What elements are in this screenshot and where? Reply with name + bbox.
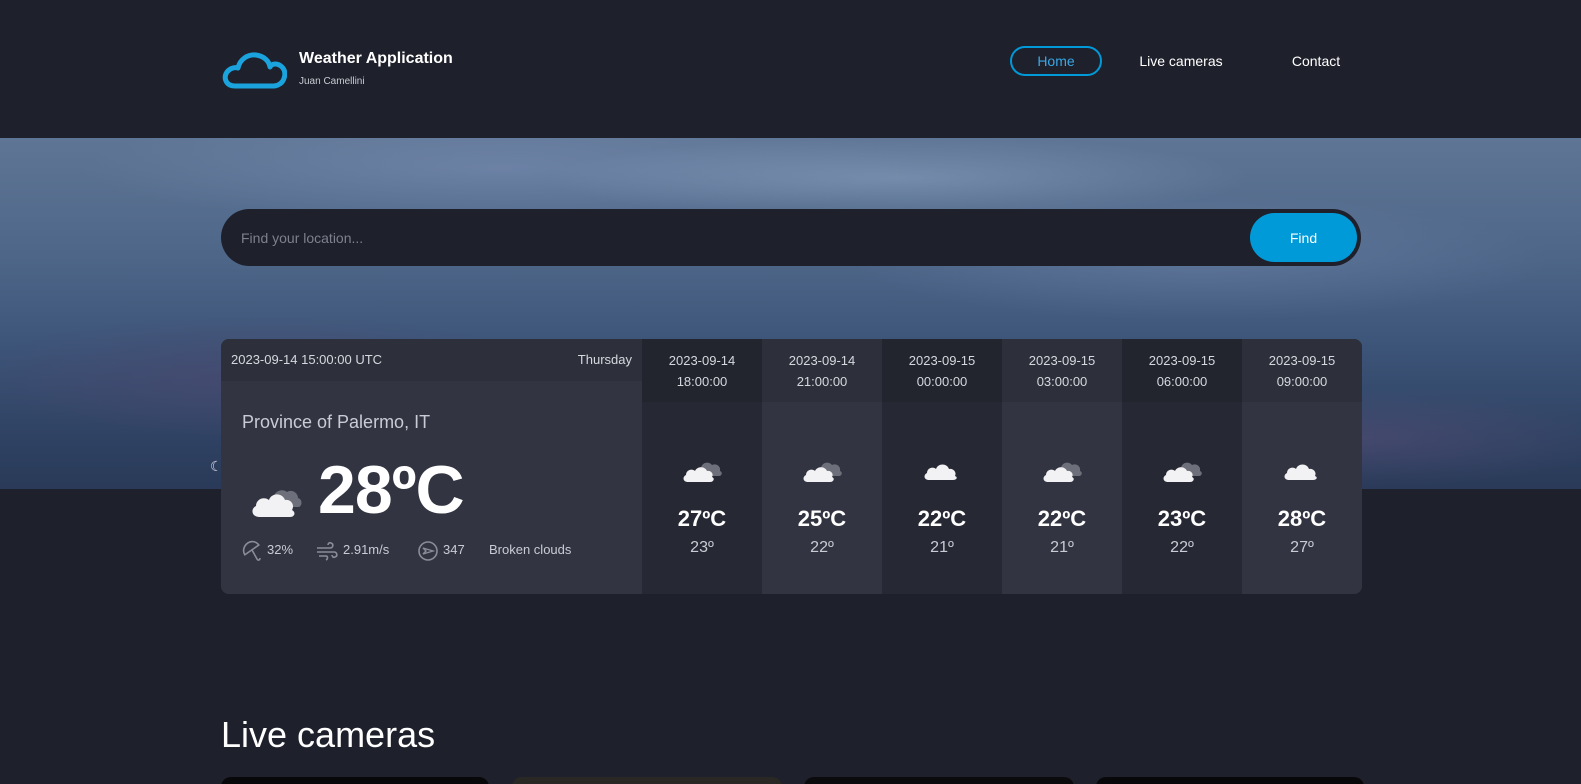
hourly-temperature: 22ºC: [917, 506, 967, 531]
forecast-panel: 2023-09-14 15:00:00 UTC Thursday Provinc…: [221, 339, 1362, 594]
hourly-date: 2023-09-15: [908, 353, 976, 368]
hourly-temperature: 27ºC: [677, 506, 727, 531]
hourly-temperature: 23ºC: [1157, 506, 1207, 531]
current-weather-card: 2023-09-14 15:00:00 UTC Thursday Provinc…: [221, 339, 642, 594]
location-search-input[interactable]: [241, 209, 1221, 266]
cloud-icon[interactable]: [221, 48, 287, 90]
hourly-temperature: 25ºC: [797, 506, 847, 531]
hourly-time: 00:00:00: [916, 374, 968, 389]
hourly-datetime: 2023-09-14 18:00:00: [642, 339, 762, 402]
hourly-time: 03:00:00: [1036, 374, 1088, 389]
live-camera-card[interactable]: [804, 777, 1074, 784]
hourly-forecast-item: 2023-09-15 00:00:00 22ºC 21º: [882, 339, 1002, 594]
hourly-min-temperature: 22º: [1170, 539, 1194, 556]
current-temperature: 28ºC: [318, 452, 465, 528]
search-bar: Find: [221, 209, 1361, 266]
broken-clouds-icon: [1043, 462, 1082, 482]
site-header: Weather Application Juan Camellini Home …: [0, 0, 1581, 138]
hourly-date: 2023-09-14: [668, 353, 736, 368]
hourly-time: 18:00:00: [676, 374, 728, 389]
hourly-forecast-item: 2023-09-14 21:00:00 25ºC 22º: [762, 339, 882, 594]
hourly-min-temperature: 22º: [810, 539, 834, 556]
live-camera-card[interactable]: [1096, 777, 1364, 784]
hourly-date: 2023-09-15: [1028, 353, 1096, 368]
app-title: Weather Application: [299, 50, 453, 67]
nav-contact-link[interactable]: Contact: [1276, 46, 1356, 76]
live-cameras-heading: Live cameras: [221, 714, 436, 755]
hourly-datetime: 2023-09-15 06:00:00: [1122, 339, 1242, 402]
wind-icon: [317, 541, 338, 561]
broken-clouds-icon: [683, 462, 722, 482]
hourly-date: 2023-09-15: [1268, 353, 1336, 368]
app-author: Juan Camellini: [299, 76, 365, 87]
hourly-forecast-item: 2023-09-15 09:00:00 28ºC 27º: [1242, 339, 1362, 594]
hourly-min-temperature: 27º: [1290, 539, 1314, 556]
hourly-forecast-item: 2023-09-15 06:00:00 23ºC 22º: [1122, 339, 1242, 594]
hourly-min-temperature: 23º: [690, 539, 714, 556]
hourly-min-temperature: 21º: [1050, 539, 1074, 556]
hourly-temperature: 22ºC: [1037, 506, 1087, 531]
current-day: Thursday: [577, 352, 632, 367]
hourly-time: 21:00:00: [796, 374, 848, 389]
location-name: Province of Palermo, IT: [242, 412, 431, 432]
live-camera-card[interactable]: [221, 777, 489, 784]
cloud-icon: [1284, 464, 1317, 480]
broken-clouds-icon: [252, 490, 302, 517]
hourly-forecast-item: 2023-09-14 18:00:00 27ºC 23º: [642, 339, 762, 594]
find-button[interactable]: Find: [1250, 213, 1357, 262]
current-datetime: 2023-09-14 15:00:00 UTC: [231, 352, 383, 367]
current-weather-header: 2023-09-14 15:00:00 UTC Thursday: [221, 339, 642, 381]
broken-clouds-icon: [1163, 462, 1202, 482]
hourly-date: 2023-09-15: [1148, 353, 1216, 368]
hourly-datetime: 2023-09-15 09:00:00: [1242, 339, 1362, 402]
hourly-datetime: 2023-09-14 21:00:00: [762, 339, 882, 402]
cloud-icon: [924, 464, 957, 480]
nav-home-link[interactable]: Home: [1010, 46, 1102, 76]
weather-description: Broken clouds: [489, 542, 572, 557]
nav-live-cameras-link[interactable]: Live cameras: [1130, 46, 1232, 76]
humidity-value: 32%: [267, 542, 294, 557]
compass-icon: [418, 541, 438, 561]
wind-direction-value: 347: [443, 542, 465, 557]
hourly-date: 2023-09-14: [788, 353, 856, 368]
hourly-datetime: 2023-09-15 03:00:00: [1002, 339, 1122, 402]
broken-clouds-icon: [803, 462, 842, 482]
hourly-datetime: 2023-09-15 00:00:00: [882, 339, 1002, 402]
hourly-time: 09:00:00: [1276, 374, 1328, 389]
wind-speed-value: 2.91m/s: [343, 542, 390, 557]
umbrella-icon: [242, 540, 261, 561]
hourly-temperature: 28ºC: [1277, 506, 1327, 531]
hourly-min-temperature: 21º: [930, 539, 954, 556]
hourly-forecast-item: 2023-09-15 03:00:00 22ºC 21º: [1002, 339, 1122, 594]
live-camera-card[interactable]: [512, 777, 782, 784]
hourly-time: 06:00:00: [1156, 374, 1208, 389]
